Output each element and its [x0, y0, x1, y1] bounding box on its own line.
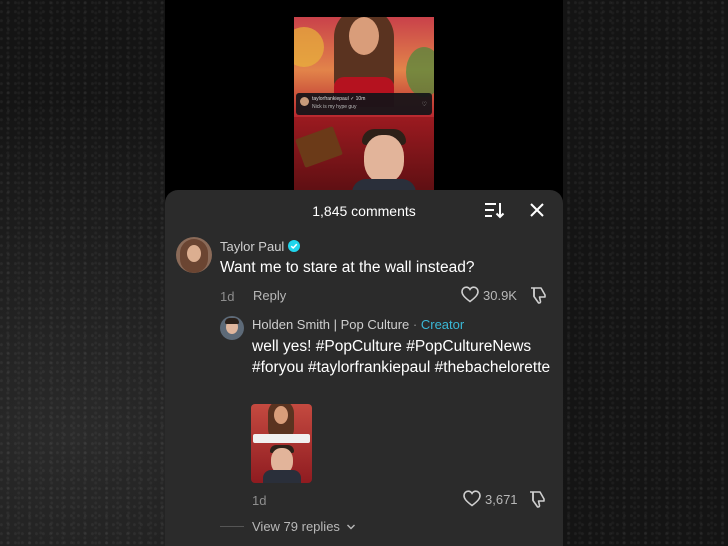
replies-divider	[220, 526, 244, 527]
avatar-face	[187, 245, 201, 262]
thumbs-down-icon[interactable]	[528, 490, 546, 508]
thumb-creator-shirt	[263, 470, 301, 483]
like-count: 30.9K	[483, 288, 517, 303]
video-decor	[406, 47, 434, 97]
video-comment-overlay: taylorfrankiepaul ✓ 10m Nick is my hype …	[296, 93, 432, 115]
reply-avatar[interactable]	[220, 316, 244, 340]
video-preview[interactable]: taylorfrankiepaul ✓ 10m Nick is my hype …	[294, 17, 434, 194]
thumb-face	[274, 406, 288, 424]
reply-username[interactable]: Holden Smith | Pop Culture	[252, 317, 409, 332]
chevron-down-icon[interactable]	[346, 522, 356, 532]
creator-badge: Creator	[420, 317, 465, 332]
reply-date: 1d	[252, 493, 267, 508]
heart-icon[interactable]	[463, 490, 481, 507]
thumbs-down-icon[interactable]	[529, 286, 547, 304]
comment-text: Want me to stare at the wall instead?	[220, 259, 475, 276]
comment-username[interactable]: Taylor Paul	[220, 239, 284, 254]
verified-icon	[288, 240, 300, 252]
video-person-face	[349, 17, 379, 55]
reply-text: well yes! #PopCulture #PopCultureNews #f…	[252, 338, 551, 376]
video-thumbnail[interactable]	[251, 404, 312, 483]
separator: ·	[409, 317, 421, 332]
sort-icon[interactable]	[483, 200, 505, 220]
comments-header: 1,845 comments	[165, 190, 563, 232]
overlay-comment: Nick is my hype guy	[312, 104, 357, 110]
overlay-heart-icon: ♡	[421, 102, 427, 108]
reply-like-count: 3,671	[485, 492, 518, 507]
comment-date: 1d	[220, 289, 235, 304]
thumb-overlay	[253, 434, 310, 443]
heart-icon[interactable]	[461, 286, 479, 303]
avatar[interactable]	[176, 237, 212, 273]
reply-username-line[interactable]: Holden Smith | Pop Culture · Creator	[252, 317, 464, 332]
overlay-avatar	[300, 97, 309, 106]
overlay-username: taylorfrankiepaul ✓ 10m	[312, 96, 366, 102]
video-decor	[294, 27, 324, 67]
comments-sheet: 1,845 comments Taylor Paul Want me to st…	[165, 190, 563, 546]
reply-button[interactable]: Reply	[253, 288, 286, 303]
view-replies-button[interactable]: View 79 replies	[252, 519, 340, 534]
close-icon[interactable]	[527, 200, 547, 220]
avatar-hair	[225, 318, 239, 324]
video-creator-face	[364, 135, 404, 183]
